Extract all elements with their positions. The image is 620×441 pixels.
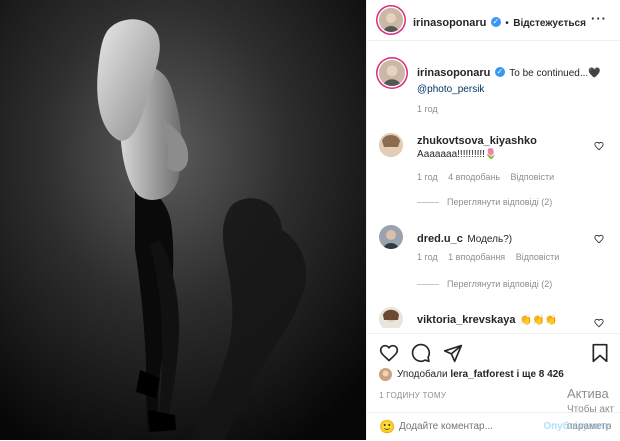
likes-user-link[interactable]: lera_fatforest <box>450 369 513 380</box>
follow-status-button[interactable]: Відстежується <box>513 18 586 29</box>
avatar[interactable] <box>379 307 403 328</box>
comment-likes-count[interactable]: 1 вподобання <box>448 252 505 262</box>
watermark-line-3: параметр <box>567 421 612 432</box>
comment-username[interactable]: dred.u_c <box>417 233 463 245</box>
avatar-image <box>379 307 403 328</box>
replies-divider <box>417 284 439 286</box>
caption-text: To be continued...🖤 <box>509 68 601 79</box>
comment-item: viktoria_krevskaya 👏👏👏 <box>367 304 620 328</box>
emoji-icon[interactable]: 🙂 <box>379 419 395 435</box>
comment-time: 1 год <box>417 172 438 182</box>
comment-like-heart-icon[interactable] <box>594 234 604 244</box>
comment-input[interactable] <box>399 418 559 434</box>
avatar-image <box>379 368 392 381</box>
avatar[interactable] <box>379 60 405 86</box>
comment-reply-button[interactable]: Відповісти <box>511 172 555 182</box>
comment-body: viktoria_krevskaya 👏👏👏 <box>417 310 557 328</box>
bookmark-icon[interactable] <box>591 343 609 363</box>
post-side-panel: irinasoponaru ✓ • Відстежується ··· irin… <box>366 0 620 440</box>
comment-like-heart-icon[interactable] <box>594 141 604 151</box>
photo-graphic <box>0 0 366 440</box>
comment-meta: 1 год 1 вподобання Відповісти <box>417 252 559 262</box>
avatar-image <box>379 133 403 157</box>
replies-divider <box>417 202 439 204</box>
comment-likes-count[interactable]: 4 вподобань <box>448 172 500 182</box>
caption: irinasoponaru ✓ To be continued...🖤 @pho… <box>367 60 620 120</box>
view-replies-button[interactable]: Переглянути відповіді (2) <box>417 197 552 207</box>
comment-like-heart-icon[interactable] <box>594 318 604 328</box>
header-text: irinasoponaru ✓ • Відстежується <box>413 13 586 31</box>
comment-item: zhukovtsova_kiyashko Ааааааа!!!!!!!!!!🌷 … <box>367 131 620 217</box>
caption-body: irinasoponaru ✓ To be continued...🖤 @pho… <box>417 65 607 97</box>
comment-icon[interactable] <box>411 343 431 363</box>
comment-meta: 1 год 4 вподобань Відповісти <box>417 172 554 182</box>
avatar[interactable] <box>379 133 403 157</box>
header-username[interactable]: irinasoponaru <box>413 17 486 29</box>
comment-text: Модель?) <box>467 234 513 245</box>
avatar-image <box>379 60 405 86</box>
likes-prefix: Уподобали <box>397 369 448 380</box>
comment-username[interactable]: viktoria_krevskaya <box>417 314 515 326</box>
header-separator: • <box>505 18 509 29</box>
comment-text: 👏👏👏 <box>519 315 558 326</box>
view-replies-button[interactable]: Переглянути відповіді (2) <box>417 279 552 289</box>
avatar[interactable] <box>379 8 403 32</box>
comment-body: dred.u_c Модель?) <box>417 229 512 247</box>
verified-badge-icon: ✓ <box>490 16 501 27</box>
like-heart-icon[interactable] <box>379 343 399 363</box>
caption-username[interactable]: irinasoponaru <box>417 67 490 79</box>
avatar-image <box>379 225 403 249</box>
post-header: irinasoponaru ✓ • Відстежується ··· <box>367 0 620 41</box>
likes-count-link[interactable]: і ще 8 426 <box>516 369 563 380</box>
likes-summary: Уподобали lera_fatforest і ще 8 426 <box>397 369 564 380</box>
watermark-line-1: Актива <box>567 386 609 401</box>
more-options-icon[interactable]: ··· <box>591 11 607 26</box>
comment-reply-button[interactable]: Відповісти <box>516 252 560 262</box>
comment-time: 1 год <box>417 252 438 262</box>
comment-body: zhukovtsova_kiyashko <box>417 135 537 147</box>
action-bar <box>367 333 620 374</box>
comment-username[interactable]: zhukovtsova_kiyashko <box>417 135 537 147</box>
view-replies-label: Переглянути відповіді (2) <box>447 279 553 289</box>
caption-mention-link[interactable]: @photo_persik <box>417 84 484 95</box>
view-replies-label: Переглянути відповіді (2) <box>447 197 553 207</box>
comment-item: dred.u_c Модель?) 1 год 1 вподобання Від… <box>367 225 620 305</box>
verified-badge-icon: ✓ <box>494 66 505 77</box>
share-icon[interactable] <box>443 343 463 363</box>
post-time-ago[interactable]: 1 ГОДИНУ ТОМУ <box>379 391 446 400</box>
post-photo[interactable] <box>0 0 366 440</box>
comment-text: Ааааааа!!!!!!!!!!🌷 <box>417 149 498 160</box>
caption-time: 1 год <box>417 104 438 114</box>
comments-list: irinasoponaru ✓ To be continued...🖤 @pho… <box>367 52 620 328</box>
avatar-image <box>379 8 403 32</box>
liker-avatar[interactable] <box>379 368 392 381</box>
avatar[interactable] <box>379 225 403 249</box>
instagram-post: irinasoponaru ✓ • Відстежується ··· irin… <box>0 0 620 440</box>
watermark-line-2: Чтобы акт <box>567 404 615 415</box>
